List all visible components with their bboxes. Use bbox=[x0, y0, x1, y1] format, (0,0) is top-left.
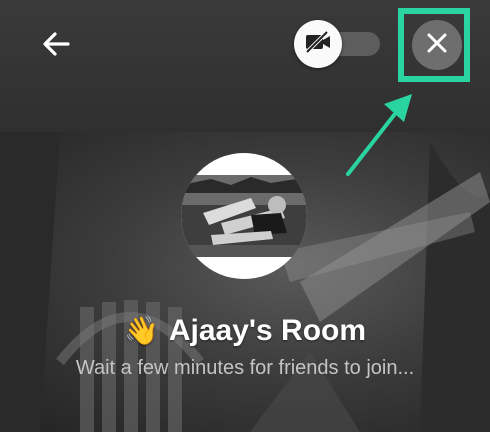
camera-toggle-knob bbox=[294, 20, 342, 68]
room-name: Ajaay's Room bbox=[168, 314, 367, 347]
close-icon bbox=[426, 32, 448, 59]
waving-hand-icon: 👋 bbox=[123, 315, 159, 346]
camera-toggle[interactable] bbox=[294, 20, 384, 68]
room-avatar bbox=[181, 153, 307, 279]
arrow-left-icon bbox=[41, 31, 71, 62]
annotation-arrow bbox=[346, 94, 412, 176]
room-title: 👋 Ajaay's Room bbox=[0, 314, 490, 348]
close-button[interactable] bbox=[412, 20, 462, 70]
back-button[interactable] bbox=[38, 30, 74, 62]
video-off-icon bbox=[303, 30, 333, 59]
room-subtitle: Wait a few minutes for friends to join..… bbox=[75, 357, 415, 379]
